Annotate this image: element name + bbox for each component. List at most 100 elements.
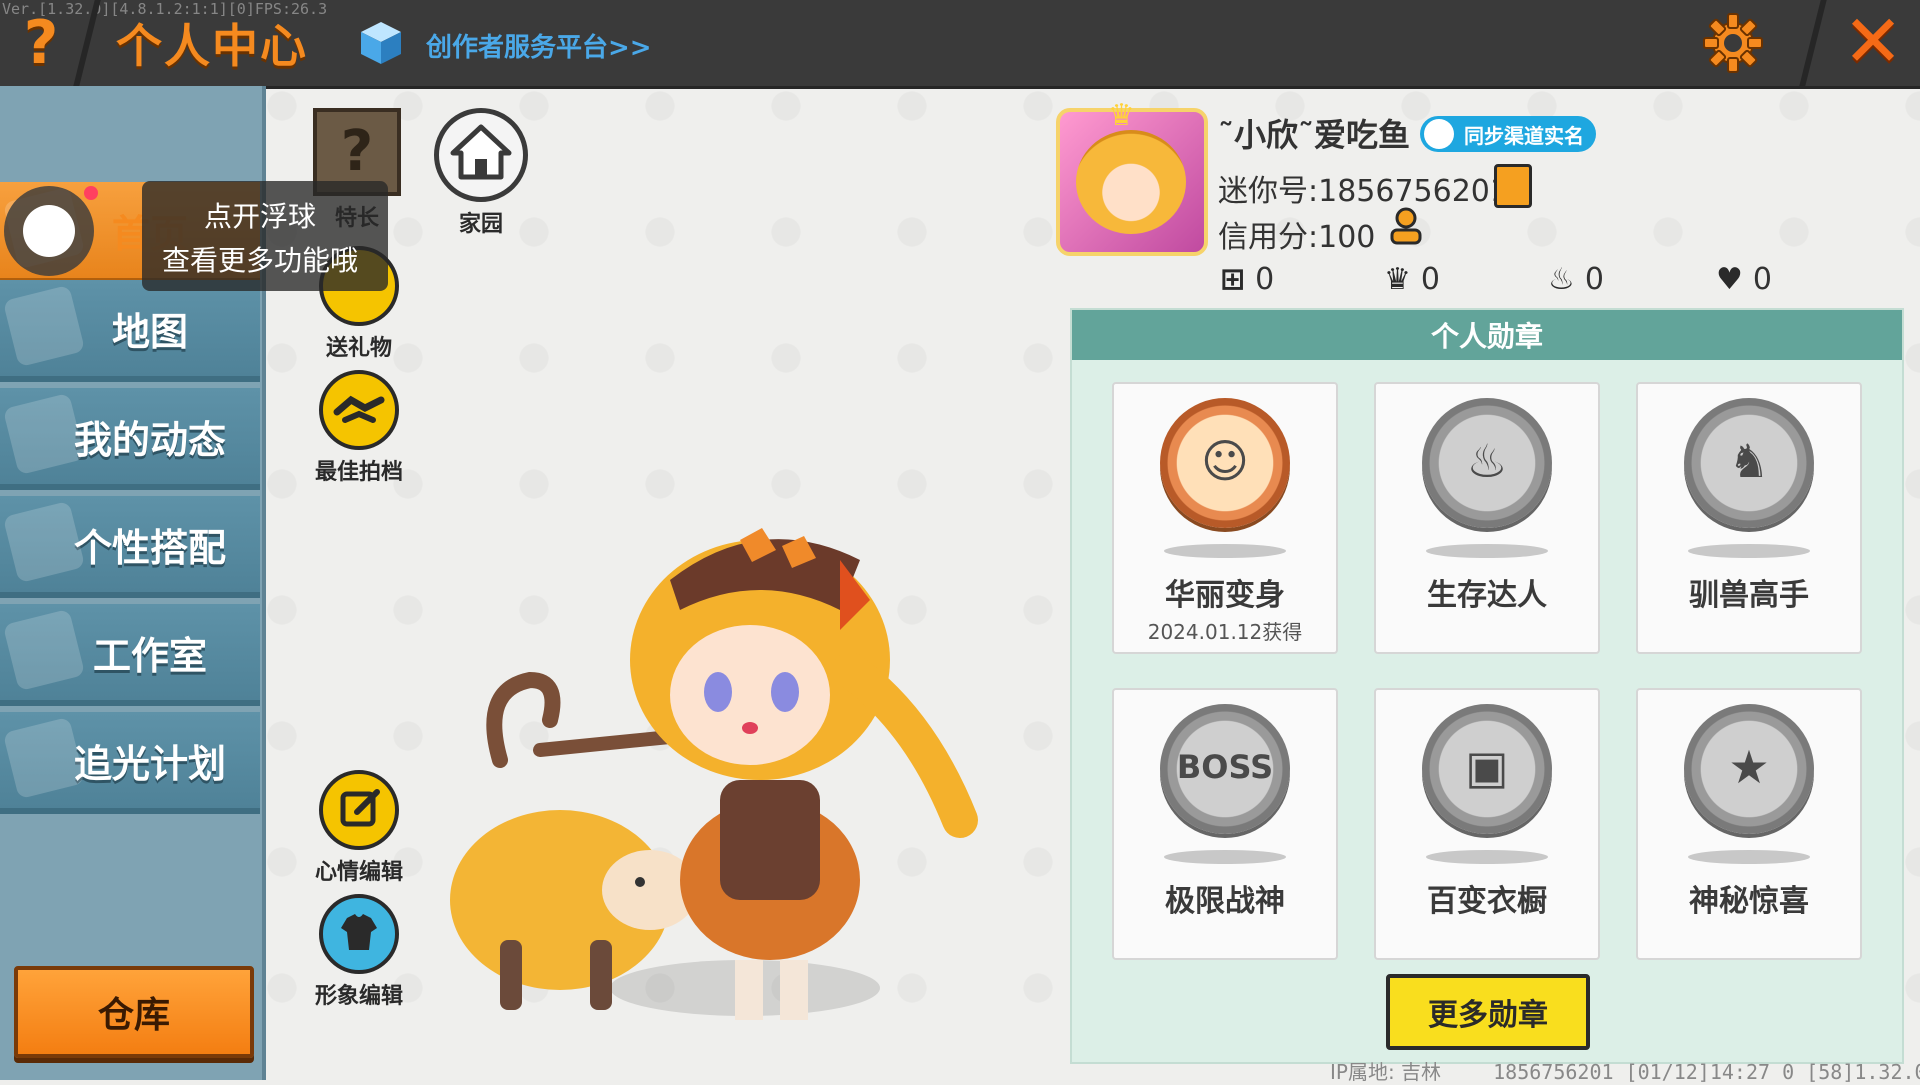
shirt-icon (319, 894, 399, 974)
plus-square-icon: ⊞ (1220, 262, 1246, 297)
sidebar-item-label: 工作室 (92, 633, 207, 678)
image-edit-label: 形象编辑 (314, 984, 403, 1009)
sidebar-item-label: 我的动态 (73, 417, 226, 462)
help-button[interactable]: ? (10, 12, 72, 74)
medal-card[interactable]: ♨ 生存达人 (1374, 382, 1600, 654)
tooltip-line-2: 查看更多功能哦 (162, 244, 359, 277)
trophy-icon: ♛ (1384, 262, 1411, 297)
stat-value: 0 (1752, 262, 1772, 297)
stat-value: 0 (1420, 262, 1440, 297)
boss-medal-icon: BOSS (1160, 704, 1290, 834)
studio-icon (2, 608, 86, 692)
medal-pedestal (1164, 850, 1286, 864)
gear-icon[interactable] (1700, 10, 1766, 76)
more-medals-button[interactable]: 更多勋章 (1386, 974, 1590, 1050)
top-bar: Ver.[1.32.0][4.8.1.2:1:1][0]FPS:26.3 ? 个… (0, 0, 1920, 89)
medal-date: 2024.01.12获得 (1147, 620, 1303, 644)
image-edit-button[interactable]: 形象编辑 (304, 894, 414, 1010)
copy-icon[interactable] (1494, 164, 1532, 208)
sidebar-item-studio[interactable]: 工作室 (0, 604, 260, 706)
outfit-icon (2, 500, 86, 584)
sidebar-item-label: 个性搭配 (73, 525, 226, 570)
stat-value: 0 (1584, 262, 1604, 297)
medal-name: 极限战神 (1165, 884, 1285, 919)
stat-heart[interactable]: ♥ 0 (1716, 262, 1772, 297)
creator-platform-link[interactable]: 创作者服务平台>> (426, 27, 652, 64)
user-check-icon (1424, 119, 1454, 149)
divider (1799, 0, 1827, 86)
medal-panel-title: 个人勋章 (1072, 310, 1902, 360)
handshake-icon (319, 370, 399, 450)
best-partner-button[interactable]: 最佳拍档 (304, 370, 414, 486)
sidebar-item-outfit[interactable]: 个性搭配 (0, 496, 260, 598)
avatar-image (1076, 130, 1186, 234)
medal-card[interactable]: ♞ 驯兽高手 (1636, 382, 1862, 654)
medal-name: 驯兽高手 (1689, 578, 1809, 613)
medal-card[interactable]: BOSS 极限战神 (1112, 688, 1338, 960)
crown-icon: ♛ (1108, 98, 1135, 133)
medal-panel: 个人勋章 ☺ 华丽变身 2024.01.12获得 ♨ 生存达人 ♞ 驯兽高手 B… (1070, 308, 1904, 1064)
home-label: 家园 (458, 212, 503, 237)
fire-icon: ♨ (1548, 262, 1575, 297)
medal-name: 华丽变身 (1165, 578, 1285, 613)
medal-card[interactable]: ★ 神秘惊喜 (1636, 688, 1862, 960)
notification-dot (84, 186, 98, 200)
character-avatar[interactable] (440, 520, 1040, 1050)
warehouse-button[interactable]: 仓库 (14, 966, 254, 1058)
sidebar-item-light-plan[interactable]: 追光计划 (0, 712, 260, 814)
credit-user-icon[interactable] (1386, 206, 1426, 246)
credit-score: 信用分:100 (1218, 220, 1376, 255)
medal-name: 神秘惊喜 (1689, 884, 1809, 919)
tooltip-line-1: 点开浮球 (204, 200, 317, 233)
send-gift-label: 送礼物 (325, 336, 392, 361)
edit-icon (319, 770, 399, 850)
close-button[interactable]: ✕ (1840, 5, 1906, 77)
sidebar-item-my-activity[interactable]: 我的动态 (0, 388, 260, 490)
stat-value: 0 (1255, 262, 1275, 297)
medal-name: 百变衣橱 (1427, 884, 1547, 919)
ip-location: IP属地: 吉林 (1330, 1060, 1442, 1084)
mini-id: 迷你号:1856756201 (1218, 174, 1509, 209)
sync-realname-badge[interactable]: 同步渠道实名 (1420, 116, 1596, 152)
gift-box-medal-icon: ★ (1684, 704, 1814, 834)
mood-edit-button[interactable]: 心情编辑 (304, 770, 414, 886)
light-plan-icon (2, 716, 86, 800)
campfire-medal-icon: ♨ (1422, 398, 1552, 528)
page-title: 个人中心 (116, 19, 308, 73)
heart-icon: ♥ (1716, 262, 1743, 297)
stat-fire[interactable]: ♨ 0 (1548, 262, 1604, 297)
bell-icon (2, 392, 86, 476)
float-ball[interactable] (4, 186, 98, 276)
medal-pedestal (1426, 850, 1548, 864)
float-ball-inner (23, 205, 75, 257)
transform-medal-icon: ☺ (1160, 398, 1290, 528)
map-icon (2, 284, 86, 368)
house-icon (434, 108, 528, 202)
sidebar-item-label: 地图 (111, 309, 188, 354)
home-button[interactable]: 家园 (426, 108, 536, 238)
footer-status: 1856756201 [01/12]14:27 0 [58]1.32.0 (1493, 1060, 1920, 1084)
warehouse-label: 仓库 (97, 995, 170, 1036)
horse-rider-medal-icon: ♞ (1684, 398, 1814, 528)
wardrobe-medal-icon: ▣ (1422, 704, 1552, 834)
medal-name: 生存达人 (1427, 578, 1547, 613)
sidebar-item-map[interactable]: 地图 (0, 280, 260, 382)
medal-pedestal (1688, 850, 1810, 864)
stat-add[interactable]: ⊞ 0 (1220, 262, 1274, 297)
more-medals-label: 更多勋章 (1428, 998, 1548, 1033)
nickname: ˜小欣˜爱吃鱼 (1218, 116, 1411, 154)
medal-card[interactable]: ▣ 百变衣橱 (1374, 688, 1600, 960)
sidebar-item-label: 追光计划 (73, 741, 226, 786)
best-partner-label: 最佳拍档 (314, 460, 403, 485)
mood-edit-label: 心情编辑 (314, 860, 403, 885)
medal-pedestal (1426, 544, 1548, 558)
float-ball-tooltip: 点开浮球 查看更多功能哦 (142, 181, 388, 291)
cube-icon (361, 22, 401, 64)
medal-card[interactable]: ☺ 华丽变身 2024.01.12获得 (1112, 382, 1338, 654)
sync-badge-label: 同步渠道实名 (1464, 123, 1584, 148)
medal-pedestal (1164, 544, 1286, 558)
medal-pedestal (1688, 544, 1810, 558)
stat-trophy[interactable]: ♛ 0 (1384, 262, 1440, 297)
avatar[interactable]: ♛ (1056, 98, 1208, 256)
footer-info: IP属地: 吉林 1856756201 [01/12]14:27 0 [58]1… (1330, 1056, 1920, 1085)
